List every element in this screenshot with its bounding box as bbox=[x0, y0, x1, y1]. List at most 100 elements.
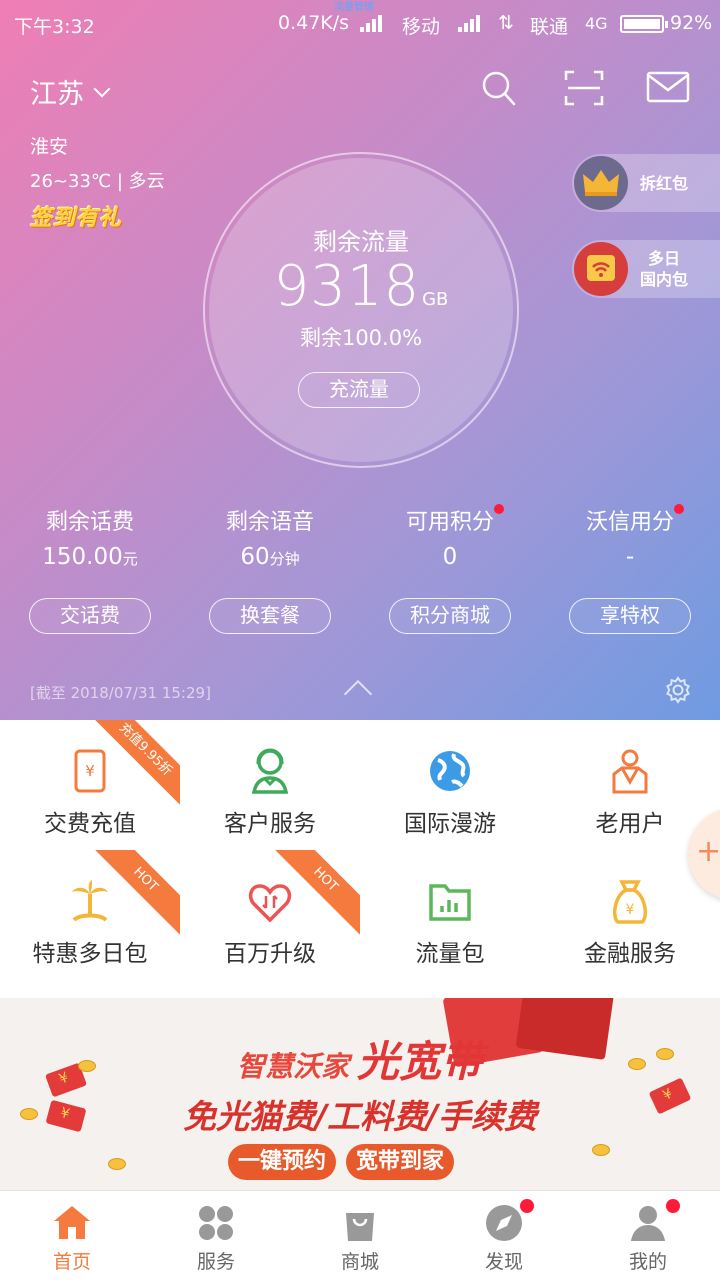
scan-icon[interactable] bbox=[562, 68, 606, 108]
coin-image bbox=[592, 1144, 610, 1156]
stat-value: 0 bbox=[360, 544, 540, 570]
data-remaining-value: 9318 GB bbox=[209, 254, 513, 319]
banner-headline-brand: 智慧沃家 bbox=[236, 1050, 349, 1083]
stat-label: 剩余语音 bbox=[225, 510, 314, 535]
stat-value-unit: 元 bbox=[122, 550, 138, 568]
notification-dot bbox=[666, 1199, 680, 1213]
recharge-data-button[interactable]: 充流量 bbox=[298, 372, 420, 408]
grid-item-label: 金融服务 bbox=[584, 941, 676, 967]
stat-label: 剩余话费 bbox=[45, 510, 134, 535]
stat-value-number: 150.00 bbox=[42, 544, 123, 570]
tab-label: 发现 bbox=[484, 1251, 523, 1273]
grid-item-data-package[interactable]: 流量包 bbox=[360, 850, 540, 980]
grid-item-customer-service[interactable]: 客户服务 bbox=[180, 720, 360, 850]
multi-day-label-line2: 国内包 bbox=[640, 270, 689, 289]
banner-headline-product: 光宽带 bbox=[357, 1037, 484, 1086]
grid-item-label: 流量包 bbox=[415, 941, 485, 967]
broadband-banner[interactable]: 智慧沃家光宽带 免光猫费/工料费/手续费 一键预约 宽带到家 bbox=[0, 998, 720, 1190]
grid-item-label: 百万升级 bbox=[224, 941, 316, 967]
banner-cta: 一键预约 宽带到家 bbox=[228, 1144, 504, 1180]
multi-day-package-label: 多日 国内包 bbox=[640, 248, 688, 290]
compass-icon bbox=[484, 1203, 524, 1243]
stat-value: 150.00元 bbox=[0, 544, 180, 570]
crown-icon bbox=[574, 156, 628, 210]
coin-image bbox=[108, 1158, 126, 1170]
data-transfer-icon: ⇅ bbox=[498, 12, 514, 34]
service-grid: ¥ 交费充值 充值9.95折 客户服务 国际漫游 老用户 特惠多日包 HOT 百… bbox=[0, 720, 720, 998]
region-selector[interactable]: 江苏 bbox=[30, 72, 111, 111]
tab-label: 商城 bbox=[340, 1251, 379, 1273]
tab-services[interactable]: 服务 bbox=[144, 1191, 288, 1280]
red-packet-label: 拆红包 bbox=[640, 173, 689, 193]
pay-phone-bill-button[interactable]: 交话费 bbox=[29, 598, 151, 634]
hot-ribbon-text: HOT bbox=[94, 850, 180, 936]
banner-cta-home[interactable]: 宽带到家 bbox=[346, 1144, 455, 1180]
privileges-button[interactable]: 享特权 bbox=[569, 598, 691, 634]
tab-label: 首页 bbox=[52, 1251, 91, 1273]
change-plan-button[interactable]: 换套餐 bbox=[209, 598, 331, 634]
balance-stats: 剩余话费 150.00元 剩余语音 60分钟 可用积分 0 沃信用分 - bbox=[0, 504, 720, 570]
tab-label: 我的 bbox=[628, 1251, 667, 1273]
status-speed: 0.47K/s bbox=[278, 12, 350, 34]
grid-item-label: 特惠多日包 bbox=[32, 941, 148, 967]
tab-home[interactable]: 首页 bbox=[0, 1191, 144, 1280]
checkin-reward-button[interactable]: 签到有礼 bbox=[30, 200, 122, 232]
region-label: 江苏 bbox=[30, 79, 84, 110]
mail-icon[interactable] bbox=[646, 68, 690, 108]
notification-dot bbox=[520, 1199, 534, 1213]
banner-subline: 免光猫费/工料费/手续费 bbox=[182, 1097, 538, 1136]
money-bag-icon: ¥ bbox=[608, 878, 652, 924]
tab-me[interactable]: 我的 bbox=[576, 1191, 720, 1280]
folder-chart-icon bbox=[428, 878, 472, 924]
gear-icon[interactable] bbox=[664, 676, 692, 708]
data-remaining-percent: 剩余100.0% bbox=[299, 326, 423, 350]
account-header: 下午3:32 流量管理 0.47K/s 移动 ⇅ 联通 4G 92% 江苏 淮安… bbox=[0, 0, 720, 720]
banner-cta-book[interactable]: 一键预约 bbox=[228, 1144, 337, 1180]
stat-phone-balance[interactable]: 剩余话费 150.00元 bbox=[0, 504, 180, 570]
weather-info: 26~33℃ | 多云 bbox=[30, 171, 165, 192]
weather-city: 淮安 bbox=[30, 136, 69, 158]
tab-label: 服务 bbox=[196, 1251, 235, 1273]
wifi-badge-icon bbox=[574, 242, 628, 296]
svg-text:¥: ¥ bbox=[626, 902, 635, 918]
grid-item-roaming[interactable]: 国际漫游 bbox=[360, 720, 540, 850]
tab-mall[interactable]: 商城 bbox=[288, 1191, 432, 1280]
points-mall-button[interactable]: 积分商城 bbox=[389, 598, 511, 634]
globe-icon bbox=[428, 748, 472, 794]
search-icon[interactable] bbox=[478, 68, 522, 108]
stat-value-number: - bbox=[625, 544, 635, 570]
multi-day-label-line1: 多日 bbox=[648, 249, 681, 268]
stat-label: 沃信用分 bbox=[585, 510, 674, 535]
hot-ribbon: HOT bbox=[274, 850, 360, 936]
grid-item-label: 交费充值 bbox=[44, 811, 136, 837]
tab-discover[interactable]: 发现 bbox=[432, 1191, 576, 1280]
weather-widget: 淮安 26~33℃ | 多云 bbox=[30, 132, 165, 193]
grid-item-multi-day-package[interactable]: 特惠多日包 HOT bbox=[0, 850, 180, 980]
person-icon bbox=[628, 1203, 668, 1243]
stat-credit-score[interactable]: 沃信用分 - bbox=[540, 504, 720, 570]
promo-ribbon-text: 充值9.95折 bbox=[94, 720, 180, 806]
home-icon bbox=[52, 1203, 92, 1243]
bag-icon bbox=[340, 1203, 380, 1243]
signal-icon bbox=[360, 14, 382, 32]
grid-item-label: 客户服务 bbox=[224, 811, 316, 837]
stat-value: - bbox=[540, 544, 720, 570]
stat-value-unit: 分钟 bbox=[269, 550, 300, 568]
multi-day-package-button[interactable]: 多日 国内包 bbox=[572, 240, 720, 298]
red-packet-button[interactable]: 拆红包 bbox=[572, 154, 720, 212]
chevron-up-icon[interactable] bbox=[343, 679, 373, 709]
promo-ribbon: 充值9.95折 bbox=[94, 720, 180, 806]
status-bar: 下午3:32 流量管理 0.47K/s 移动 ⇅ 联通 4G 92% bbox=[0, 0, 720, 48]
stat-label: 可用积分 bbox=[405, 510, 494, 535]
grid-item-million-upgrade[interactable]: 百万升级 HOT bbox=[180, 850, 360, 980]
signal-icon bbox=[458, 14, 480, 32]
stat-points[interactable]: 可用积分 0 bbox=[360, 504, 540, 570]
grid-item-recharge[interactable]: ¥ 交费充值 充值9.95折 bbox=[0, 720, 180, 850]
bottom-tab-bar: 首页 服务 商城 发现 我的 bbox=[0, 1190, 720, 1280]
data-remaining-number: 9318 bbox=[273, 254, 421, 319]
chevron-down-icon bbox=[93, 80, 111, 97]
stat-voice-remaining[interactable]: 剩余语音 60分钟 bbox=[180, 504, 360, 570]
hot-ribbon-text: HOT bbox=[274, 850, 360, 936]
notification-dot bbox=[494, 504, 504, 514]
status-battery-percent: 92% bbox=[670, 12, 713, 34]
